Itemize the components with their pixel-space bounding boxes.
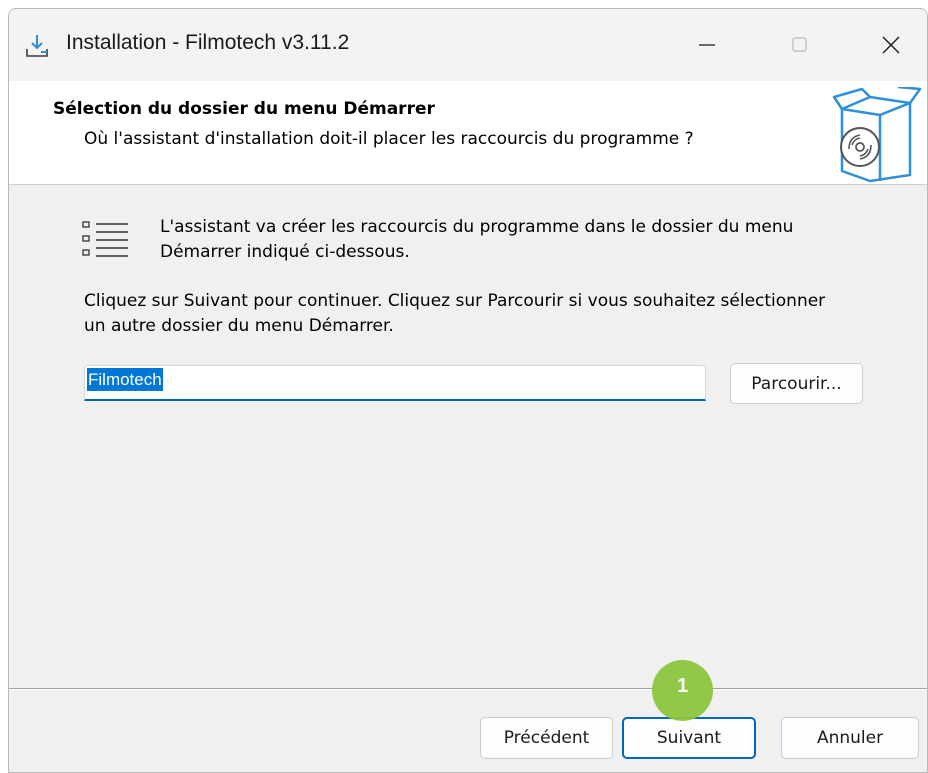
installer-window: Installation - Filmotech v3.11.2 Sélecti… <box>8 8 928 773</box>
previous-button[interactable]: Précédent <box>480 717 613 759</box>
software-box-icon <box>832 85 922 183</box>
maximize-button[interactable] <box>769 23 829 67</box>
maximize-icon <box>792 37 807 52</box>
start-menu-folder-input[interactable]: Filmotech <box>84 365 706 401</box>
instructions-text: Cliquez sur Suivant pour continuer. Cliq… <box>84 291 826 336</box>
close-icon <box>882 36 900 54</box>
next-button[interactable]: Suivant <box>622 717 756 759</box>
step-number: 1 <box>676 675 689 697</box>
page-content: L'assistant va créer les raccourcis du p… <box>9 186 927 686</box>
window-title: Installation - Filmotech v3.11.2 <box>66 31 350 54</box>
close-button[interactable] <box>861 23 921 67</box>
page-title: Sélection du dossier du menu Démarrer <box>53 99 435 119</box>
title-bar: Installation - Filmotech v3.11.2 <box>9 9 927 81</box>
browse-button[interactable]: Parcourir... <box>730 363 863 404</box>
minimize-button[interactable] <box>677 23 737 67</box>
step-badge: 1 <box>652 660 713 721</box>
intro-text: L'assistant va créer les raccourcis du p… <box>160 217 794 262</box>
cancel-button[interactable]: Annuler <box>781 717 919 759</box>
footer-divider <box>9 688 927 690</box>
page-subtitle: Où l'assistant d'installation doit-il pl… <box>84 129 694 149</box>
installer-icon <box>25 33 51 59</box>
minimize-icon <box>699 44 715 46</box>
page-header: Sélection du dossier du menu Démarrer Où… <box>9 81 927 185</box>
folder-input-value: Filmotech <box>87 368 163 391</box>
list-icon <box>82 216 128 264</box>
